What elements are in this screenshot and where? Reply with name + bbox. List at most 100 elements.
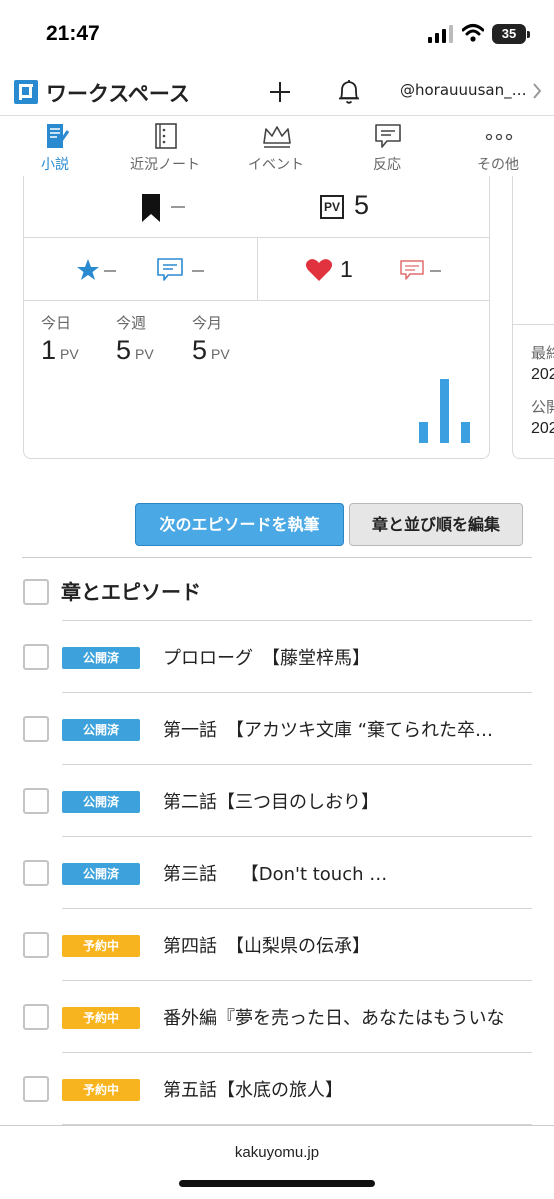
write-next-episode-button[interactable]: 次のエピソードを執筆	[135, 503, 344, 546]
side-value-2: 202	[531, 420, 554, 437]
wifi-icon	[462, 24, 484, 42]
page-title: ワークスペース	[46, 82, 190, 106]
episode-row[interactable]: 公開済 第三話 【Don't touch …	[0, 837, 554, 909]
status-badge: 予約中	[62, 935, 140, 957]
period-value: 5	[116, 335, 132, 365]
episode-checkbox[interactable]	[23, 860, 49, 886]
plus-icon[interactable]	[268, 80, 292, 104]
side-label-2: 公開	[531, 398, 554, 416]
pv-today: 今日 1 PV	[41, 312, 79, 366]
bell-icon[interactable]	[337, 78, 361, 106]
episode-row[interactable]: 公開済 プロローグ 【藤堂梓馬】	[0, 621, 554, 693]
episode-checkbox[interactable]	[23, 788, 49, 814]
review-count-empty	[430, 270, 441, 272]
tab-bar: 小説 近況ノート イベント 反応 その他	[0, 117, 554, 179]
episode-row[interactable]: 公開済 第一話 【アカツキ文庫 “棄てられた卒…	[0, 693, 554, 765]
episode-title[interactable]: 番外編『夢を売った日、あなたはもういな	[163, 1004, 554, 1030]
star-count-empty	[104, 270, 116, 272]
tab-more[interactable]: その他	[443, 117, 553, 179]
episode-title[interactable]: 第二話【三つ目のしおり】	[163, 788, 554, 814]
section-title: 章とエピソード	[61, 580, 201, 604]
side-value-1: 202	[531, 366, 554, 383]
episode-checkbox[interactable]	[23, 932, 49, 958]
star-icon	[77, 259, 99, 280]
stats-card: PV 5 1 今日 1 PV 今週 5 PV 今月 5 PV	[23, 176, 490, 459]
episode-checkbox[interactable]	[23, 1004, 49, 1030]
domain-label: kakuyomu.jp	[234, 1144, 320, 1161]
comment-count-empty	[192, 270, 204, 272]
status-badge: 予約中	[62, 1079, 140, 1101]
pv-bar	[461, 422, 470, 443]
comment-icon	[157, 258, 183, 281]
period-value: 5	[192, 335, 208, 365]
user-menu[interactable]: @horauuusan_…	[400, 81, 527, 99]
status-bar: 21:47 35	[0, 0, 554, 66]
bookmark-icon	[142, 194, 160, 222]
divider	[257, 238, 258, 301]
pv-month: 今月 5 PV	[192, 312, 230, 366]
episode-title[interactable]: 第三話 【Don't touch …	[163, 860, 554, 886]
period-unit: PV	[135, 346, 154, 362]
bookmark-count-empty	[171, 206, 185, 208]
tab-label: その他	[477, 157, 519, 173]
notebook-icon	[155, 123, 177, 149]
tab-events[interactable]: イベント	[221, 117, 331, 179]
tab-label: 反応	[373, 157, 401, 173]
period-value: 1	[41, 335, 57, 365]
signal-icon	[428, 25, 453, 43]
more-icon	[485, 133, 513, 141]
stats-row-reactions: 1	[24, 238, 489, 301]
episode-row[interactable]: 予約中 第四話 【山梨県の伝承】	[0, 909, 554, 981]
tab-reactions[interactable]: 反応	[332, 117, 442, 179]
tab-label: 小説	[41, 157, 69, 173]
period-label: 今月	[192, 314, 223, 332]
status-badge: 公開済	[62, 647, 140, 669]
novel-icon	[47, 124, 70, 148]
episode-title[interactable]: プロローグ 【藤堂梓馬】	[163, 644, 554, 670]
episode-row[interactable]: 予約中 番外編『夢を売った日、あなたはもういな	[0, 981, 554, 1053]
tab-label: 近況ノート	[130, 157, 200, 173]
episode-row[interactable]: 予約中 第五話【水底の旅人】	[0, 1053, 554, 1125]
chat-icon	[375, 124, 401, 148]
chevron-right-icon[interactable]	[532, 82, 542, 100]
period-unit: PV	[211, 346, 230, 362]
episode-checkbox[interactable]	[23, 644, 49, 670]
pv-week: 今週 5 PV	[116, 312, 154, 366]
status-badge: 公開済	[62, 719, 140, 741]
select-all-checkbox[interactable]	[23, 579, 49, 605]
period-label: 今週	[116, 314, 147, 332]
browser-bottom-bar: kakuyomu.jp	[0, 1125, 554, 1199]
tab-notes[interactable]: 近況ノート	[110, 117, 220, 179]
period-label: 今日	[41, 314, 72, 332]
pv-bar	[440, 379, 449, 443]
status-badge: 予約中	[62, 1007, 140, 1029]
episode-checkbox[interactable]	[23, 1076, 49, 1102]
heart-icon	[305, 259, 333, 281]
edit-order-button[interactable]: 章と並び順を編集	[349, 503, 523, 546]
pv-badge: PV	[320, 195, 344, 219]
battery-indicator: 35	[492, 24, 526, 44]
divider	[22, 557, 532, 558]
status-time: 21:47	[46, 22, 100, 45]
episode-row[interactable]: 公開済 第二話【三つ目のしおり】	[0, 765, 554, 837]
crown-icon	[263, 126, 291, 148]
divider	[513, 324, 554, 325]
episode-checkbox[interactable]	[23, 716, 49, 742]
status-badge: 公開済	[62, 791, 140, 813]
episode-title[interactable]: 第一話 【アカツキ文庫 “棄てられた卒…	[163, 716, 554, 742]
episode-title[interactable]: 第四話 【山梨県の伝承】	[163, 932, 554, 958]
logo-icon[interactable]	[14, 80, 38, 104]
pv-total: 5	[354, 190, 370, 220]
tab-novel[interactable]: 小説	[0, 117, 110, 179]
status-badge: 公開済	[62, 863, 140, 885]
side-card: 最終 202 公開 202	[512, 176, 554, 459]
tab-label: イベント	[248, 157, 304, 173]
period-unit: PV	[60, 346, 79, 362]
review-icon	[400, 260, 424, 280]
home-indicator[interactable]	[179, 1180, 375, 1187]
episode-title[interactable]: 第五話【水底の旅人】	[163, 1076, 554, 1102]
app-header: ワークスペース @horauuusan_…	[0, 66, 554, 116]
pv-bar	[419, 422, 428, 443]
battery-tip	[527, 31, 530, 38]
stats-row-top: PV 5	[24, 176, 489, 238]
